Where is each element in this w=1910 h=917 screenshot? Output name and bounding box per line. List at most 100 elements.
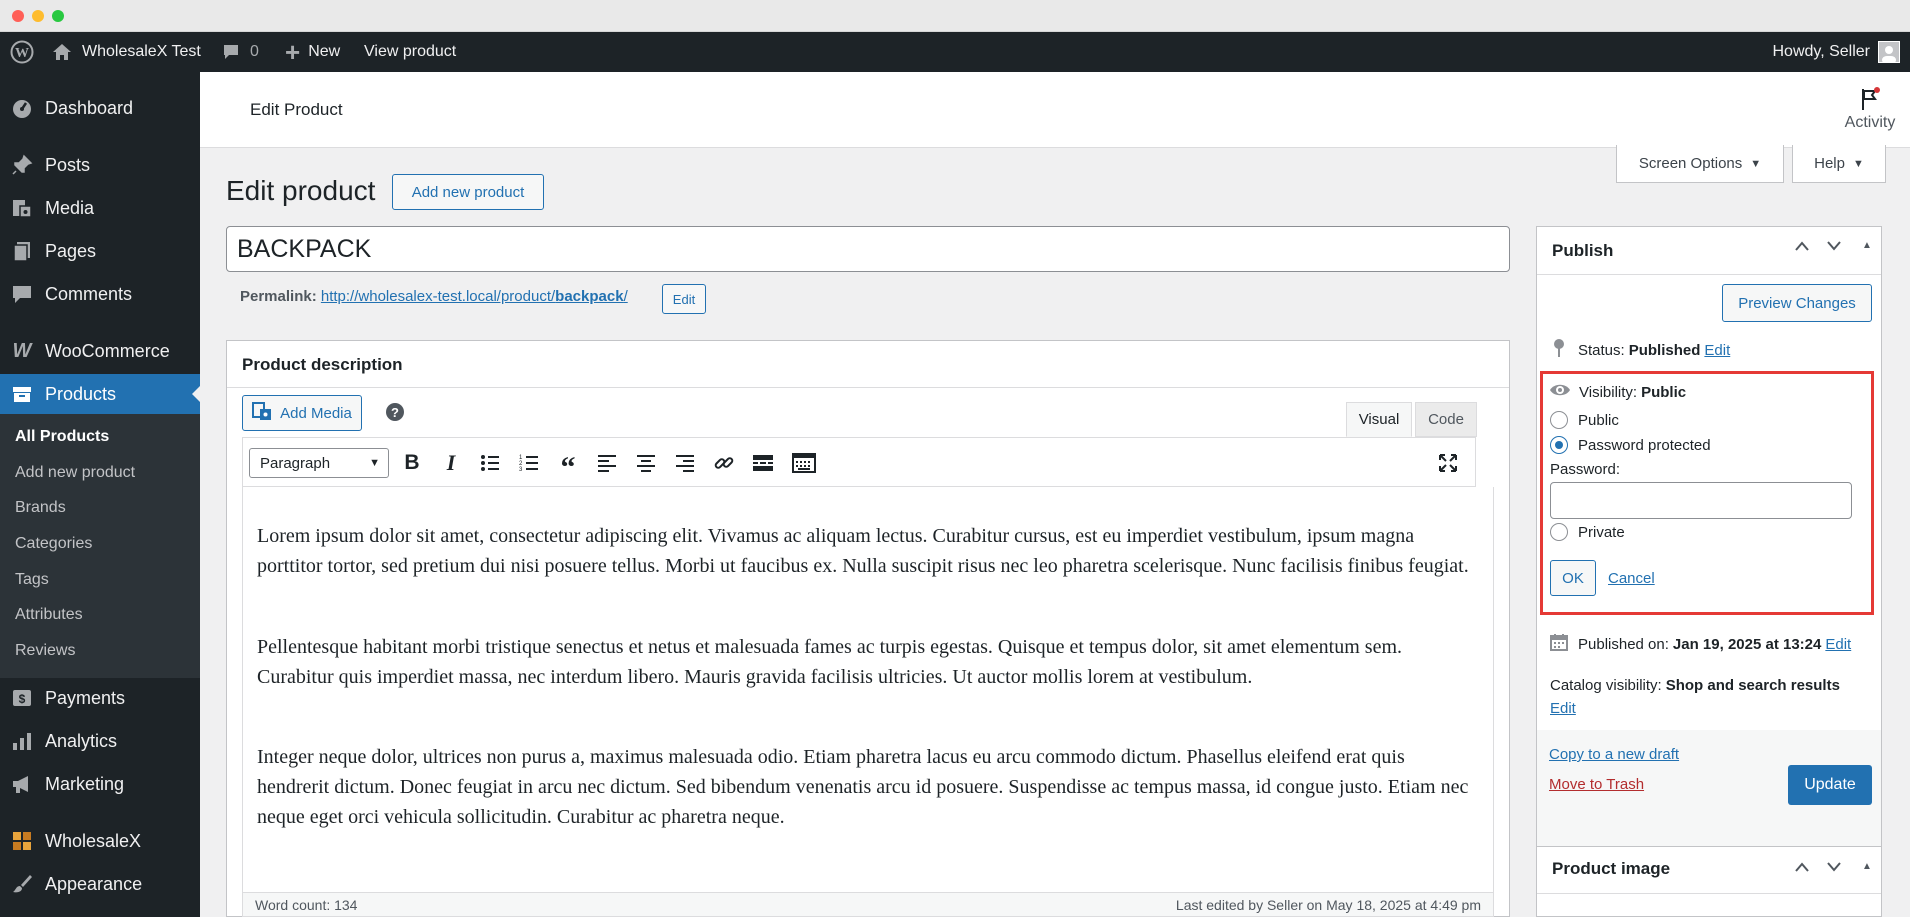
submenu-item-all-products[interactable]: All Products (15, 428, 109, 446)
preview-changes-button[interactable]: Preview Changes (1722, 284, 1872, 322)
bullet-list-icon[interactable] (476, 449, 504, 477)
move-up-icon[interactable] (1794, 860, 1810, 876)
blockquote-icon[interactable]: “ (554, 449, 582, 484)
sidebar-item-woocommerce[interactable]: W WooCommerce (0, 331, 200, 371)
radio-password-protected[interactable] (1550, 436, 1568, 454)
submenu-item-categories[interactable]: Categories (15, 535, 92, 553)
status-value: Published (1628, 341, 1701, 359)
update-button[interactable]: Update (1788, 765, 1872, 805)
submenu-item-add-new-product[interactable]: Add new product (15, 464, 135, 482)
megaphone-icon (11, 773, 33, 795)
permalink-link[interactable]: http://wholesalex-test.local/product/bac… (321, 288, 628, 305)
italic-icon[interactable]: I (437, 449, 465, 477)
sidebar-item-dashboard[interactable]: Dashboard (0, 88, 200, 128)
screen-options-button[interactable]: Screen Options ▼ (1616, 145, 1784, 183)
sidebar-item-label: Marketing (45, 773, 125, 794)
sidebar-item-payments[interactable]: $ Payments (0, 678, 200, 718)
content-paragraph: Lorem ipsum dolor sit amet, consectetur … (257, 525, 1469, 577)
move-to-trash-link[interactable]: Move to Trash (1549, 776, 1644, 793)
sidebar-item-marketing[interactable]: Marketing (0, 764, 200, 804)
window-titlebar (0, 0, 1910, 32)
sidebar-item-comments[interactable]: Comments (0, 274, 200, 314)
sidebar-item-posts[interactable]: Posts (0, 145, 200, 185)
status-label: Status: (1578, 341, 1625, 359)
sidebar-item-pages[interactable]: Pages (0, 231, 200, 271)
move-up-icon[interactable] (1794, 239, 1810, 255)
submenu-item-reviews[interactable]: Reviews (15, 642, 75, 660)
sidebar-item-appearance[interactable]: Appearance (0, 864, 200, 904)
media-icon (11, 197, 33, 219)
align-right-icon[interactable] (671, 449, 699, 477)
visibility-option-public[interactable]: Public (1550, 411, 1619, 429)
tab-code[interactable]: Code (1415, 402, 1477, 437)
window-minimize-button[interactable] (32, 10, 44, 22)
status-edit-link[interactable]: Edit (1704, 342, 1730, 359)
published-on-label: Published on: (1578, 635, 1669, 653)
visibility-option-private[interactable]: Private (1550, 523, 1625, 541)
wordpress-logo-icon[interactable]: W (10, 32, 34, 72)
numbered-list-icon[interactable]: 123 (515, 449, 543, 477)
sidebar-item-wholesalex[interactable]: WholesaleX (0, 821, 200, 861)
visibility-option-password[interactable]: Password protected (1550, 436, 1711, 454)
read-more-icon[interactable] (749, 449, 777, 477)
help-button[interactable]: Help ▼ (1792, 145, 1886, 183)
product-image-heading: Product image (1552, 859, 1671, 878)
sidebar-item-products[interactable]: Products (0, 374, 200, 414)
editor-content[interactable]: Lorem ipsum dolor sit amet, consectetur … (242, 487, 1494, 892)
permalink-edit-button[interactable]: Edit (662, 284, 706, 314)
sidebar-item-label: WooCommerce (45, 340, 170, 361)
permalink-trailing: / (623, 288, 628, 305)
link-icon[interactable] (710, 449, 738, 477)
new-content-link[interactable]: + New (285, 32, 340, 72)
editor-statusbar: Word count: 134 Last edited by Seller on… (242, 892, 1494, 917)
collapse-toggle-icon[interactable]: ▲ (1862, 861, 1872, 872)
radio-public[interactable] (1550, 411, 1568, 429)
add-new-product-button[interactable]: Add new product (392, 174, 544, 210)
toolbar-toggle-icon[interactable] (790, 449, 818, 477)
product-title-input[interactable]: BACKPACK (226, 226, 1510, 272)
sidebar-item-label: Payments (45, 687, 126, 708)
password-input[interactable] (1550, 482, 1852, 519)
eye-icon (1549, 382, 1571, 402)
content-paragraph: Pellentesque habitant morbi tristique se… (257, 636, 1403, 688)
align-left-icon[interactable] (593, 449, 621, 477)
submenu-item-tags[interactable]: Tags (15, 571, 49, 589)
svg-text:$: $ (19, 692, 26, 706)
align-center-icon[interactable] (632, 449, 660, 477)
site-name-link[interactable]: WholesaleX Test (52, 32, 201, 72)
editor-toolbar: Paragraph ▼ B I 123 “ (242, 437, 1476, 487)
publish-heading: Publish (1552, 241, 1614, 260)
last-edited: Last edited by Seller on May 18, 2025 at… (1175, 897, 1481, 913)
catalog-visibility-row: Catalog visibility: Shop and search resu… (1550, 677, 1840, 694)
collapse-toggle-icon[interactable]: ▲ (1862, 240, 1872, 251)
comments-link[interactable]: 0 (222, 32, 259, 72)
bold-icon[interactable]: B (398, 449, 426, 477)
submenu-item-attributes[interactable]: Attributes (15, 606, 83, 624)
move-down-icon[interactable] (1826, 860, 1842, 876)
radio-private[interactable] (1550, 523, 1568, 541)
published-on-edit-link[interactable]: Edit (1825, 636, 1851, 653)
view-product-label: View product (364, 43, 457, 60)
account-menu[interactable]: Howdy, Seller (1772, 32, 1900, 72)
pages-icon (11, 240, 33, 262)
cancel-link[interactable]: Cancel (1608, 570, 1655, 587)
activity-button[interactable]: Activity (1840, 86, 1900, 132)
catalog-visibility-edit-link[interactable]: Edit (1550, 700, 1576, 717)
move-down-icon[interactable] (1826, 239, 1842, 255)
view-product-link[interactable]: View product (364, 32, 456, 72)
help-icon[interactable]: ? (386, 403, 404, 421)
ok-button[interactable]: OK (1550, 560, 1596, 596)
sidebar-item-media[interactable]: Media (0, 188, 200, 228)
add-media-button[interactable]: Add Media (242, 395, 362, 431)
tab-visual[interactable]: Visual (1346, 402, 1412, 437)
sidebar-item-analytics[interactable]: Analytics (0, 721, 200, 761)
brush-icon (11, 873, 33, 895)
window-maximize-button[interactable] (52, 10, 64, 22)
window-close-button[interactable] (12, 10, 24, 22)
submenu-item-brands[interactable]: Brands (15, 499, 66, 517)
copy-to-draft-link[interactable]: Copy to a new draft (1549, 746, 1679, 763)
fullscreen-icon[interactable] (1434, 449, 1462, 477)
format-select[interactable]: Paragraph ▼ (249, 448, 389, 478)
sidebar-item-label: WholesaleX (45, 830, 142, 851)
archive-icon (11, 383, 33, 405)
